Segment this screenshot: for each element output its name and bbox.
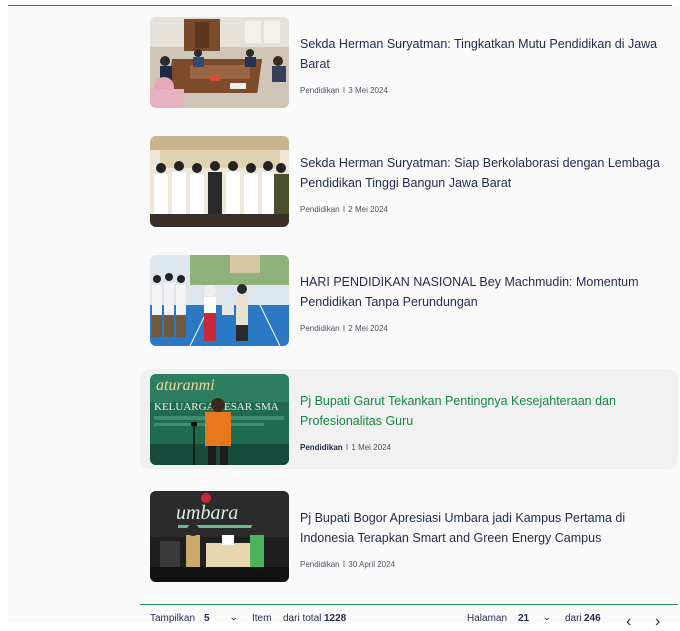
article-meta: Pendidikan I 3 Mei 2024 [300, 86, 388, 95]
article-item-highlighted[interactable]: aturanmi KELUARGA BESAR SMA Pj Bupati Ga… [140, 369, 678, 469]
article-thumbnail[interactable] [150, 17, 289, 108]
article-thumbnail[interactable]: aturanmi KELUARGA BESAR SMA [150, 374, 289, 465]
meta-separator: I [345, 443, 349, 452]
article-thumbnail[interactable]: umbara [150, 491, 289, 582]
article-meta: Pendidikan I 1 Mei 2024 [300, 443, 391, 452]
total-prefix: dari total [283, 613, 322, 624]
chevron-down-icon[interactable]: ⌄ [542, 612, 552, 623]
page-count: 246 [584, 613, 601, 624]
chevron-down-icon[interactable]: ⌄ [229, 612, 239, 623]
meta-separator: I [342, 205, 346, 214]
page-label: Halaman [467, 613, 508, 624]
banner-script: aturanmi [156, 377, 215, 394]
banner-logo-text: umbara [176, 502, 238, 524]
article-date: 30 April 2024 [348, 560, 395, 569]
per-page-label: Tampilkan [150, 613, 196, 624]
article-category[interactable]: Pendidikan [300, 205, 340, 214]
meta-separator: I [342, 324, 346, 333]
item-label: Item [252, 613, 272, 624]
photo-students-ceremony [150, 255, 289, 346]
photo-speaker-banner: aturanmi KELUARGA BESAR SMA [150, 374, 289, 465]
article-title[interactable]: HARI PENDIDIKAN NASIONAL Bey Machmudin: … [300, 272, 670, 312]
article-item[interactable]: umbara Pj Bupati Bogor Apresiasi Umbara … [140, 486, 678, 586]
article-meta: Pendidikan I 2 Mei 2024 [300, 205, 388, 214]
article-date: 2 Mei 2024 [348, 205, 388, 214]
article-title[interactable]: Sekda Herman Suryatman: Siap Berkolabora… [300, 153, 670, 193]
article-thumbnail[interactable] [150, 255, 289, 346]
article-date: 3 Mei 2024 [348, 86, 388, 95]
article-title[interactable]: Pj Bupati Bogor Apresiasi Umbara jadi Ka… [300, 508, 670, 548]
article-item[interactable]: Sekda Herman Suryatman: Siap Berkolabora… [140, 131, 678, 231]
article-item[interactable]: HARI PENDIDIKAN NASIONAL Bey Machmudin: … [140, 250, 678, 350]
article-category[interactable]: Pendidikan [300, 443, 343, 452]
article-item[interactable]: Sekda Herman Suryatman: Tingkatkan Mutu … [140, 12, 678, 112]
total-count: 1228 [324, 613, 347, 624]
article-date: 2 Mei 2024 [348, 324, 388, 333]
article-title[interactable]: Sekda Herman Suryatman: Tingkatkan Mutu … [300, 34, 670, 74]
pagination-bar: Tampilkan 5 ⌄ Item dari total 1228 Halam… [140, 604, 678, 630]
photo-group-salute [150, 136, 289, 227]
chevron-right-icon[interactable]: › [655, 613, 660, 631]
meta-separator: I [342, 86, 346, 95]
article-title[interactable]: Pj Bupati Garut Tekankan Pentingnya Kese… [300, 391, 670, 431]
photo-meeting-room [150, 17, 289, 108]
article-thumbnail[interactable] [150, 136, 289, 227]
page-of-label: dari [565, 613, 582, 624]
chevron-left-icon[interactable]: ‹ [626, 613, 631, 631]
per-page-select[interactable]: 5 [204, 613, 210, 624]
photo-umbara-stage: umbara [150, 491, 289, 582]
article-meta: Pendidikan I 30 April 2024 [300, 560, 395, 569]
article-category[interactable]: Pendidikan [300, 560, 340, 569]
meta-separator: I [342, 560, 346, 569]
page-select[interactable]: 21 [518, 613, 529, 624]
article-date: 1 Mei 2024 [351, 443, 391, 452]
article-category[interactable]: Pendidikan [300, 86, 340, 95]
article-meta: Pendidikan I 2 Mei 2024 [300, 324, 388, 333]
article-category[interactable]: Pendidikan [300, 324, 340, 333]
